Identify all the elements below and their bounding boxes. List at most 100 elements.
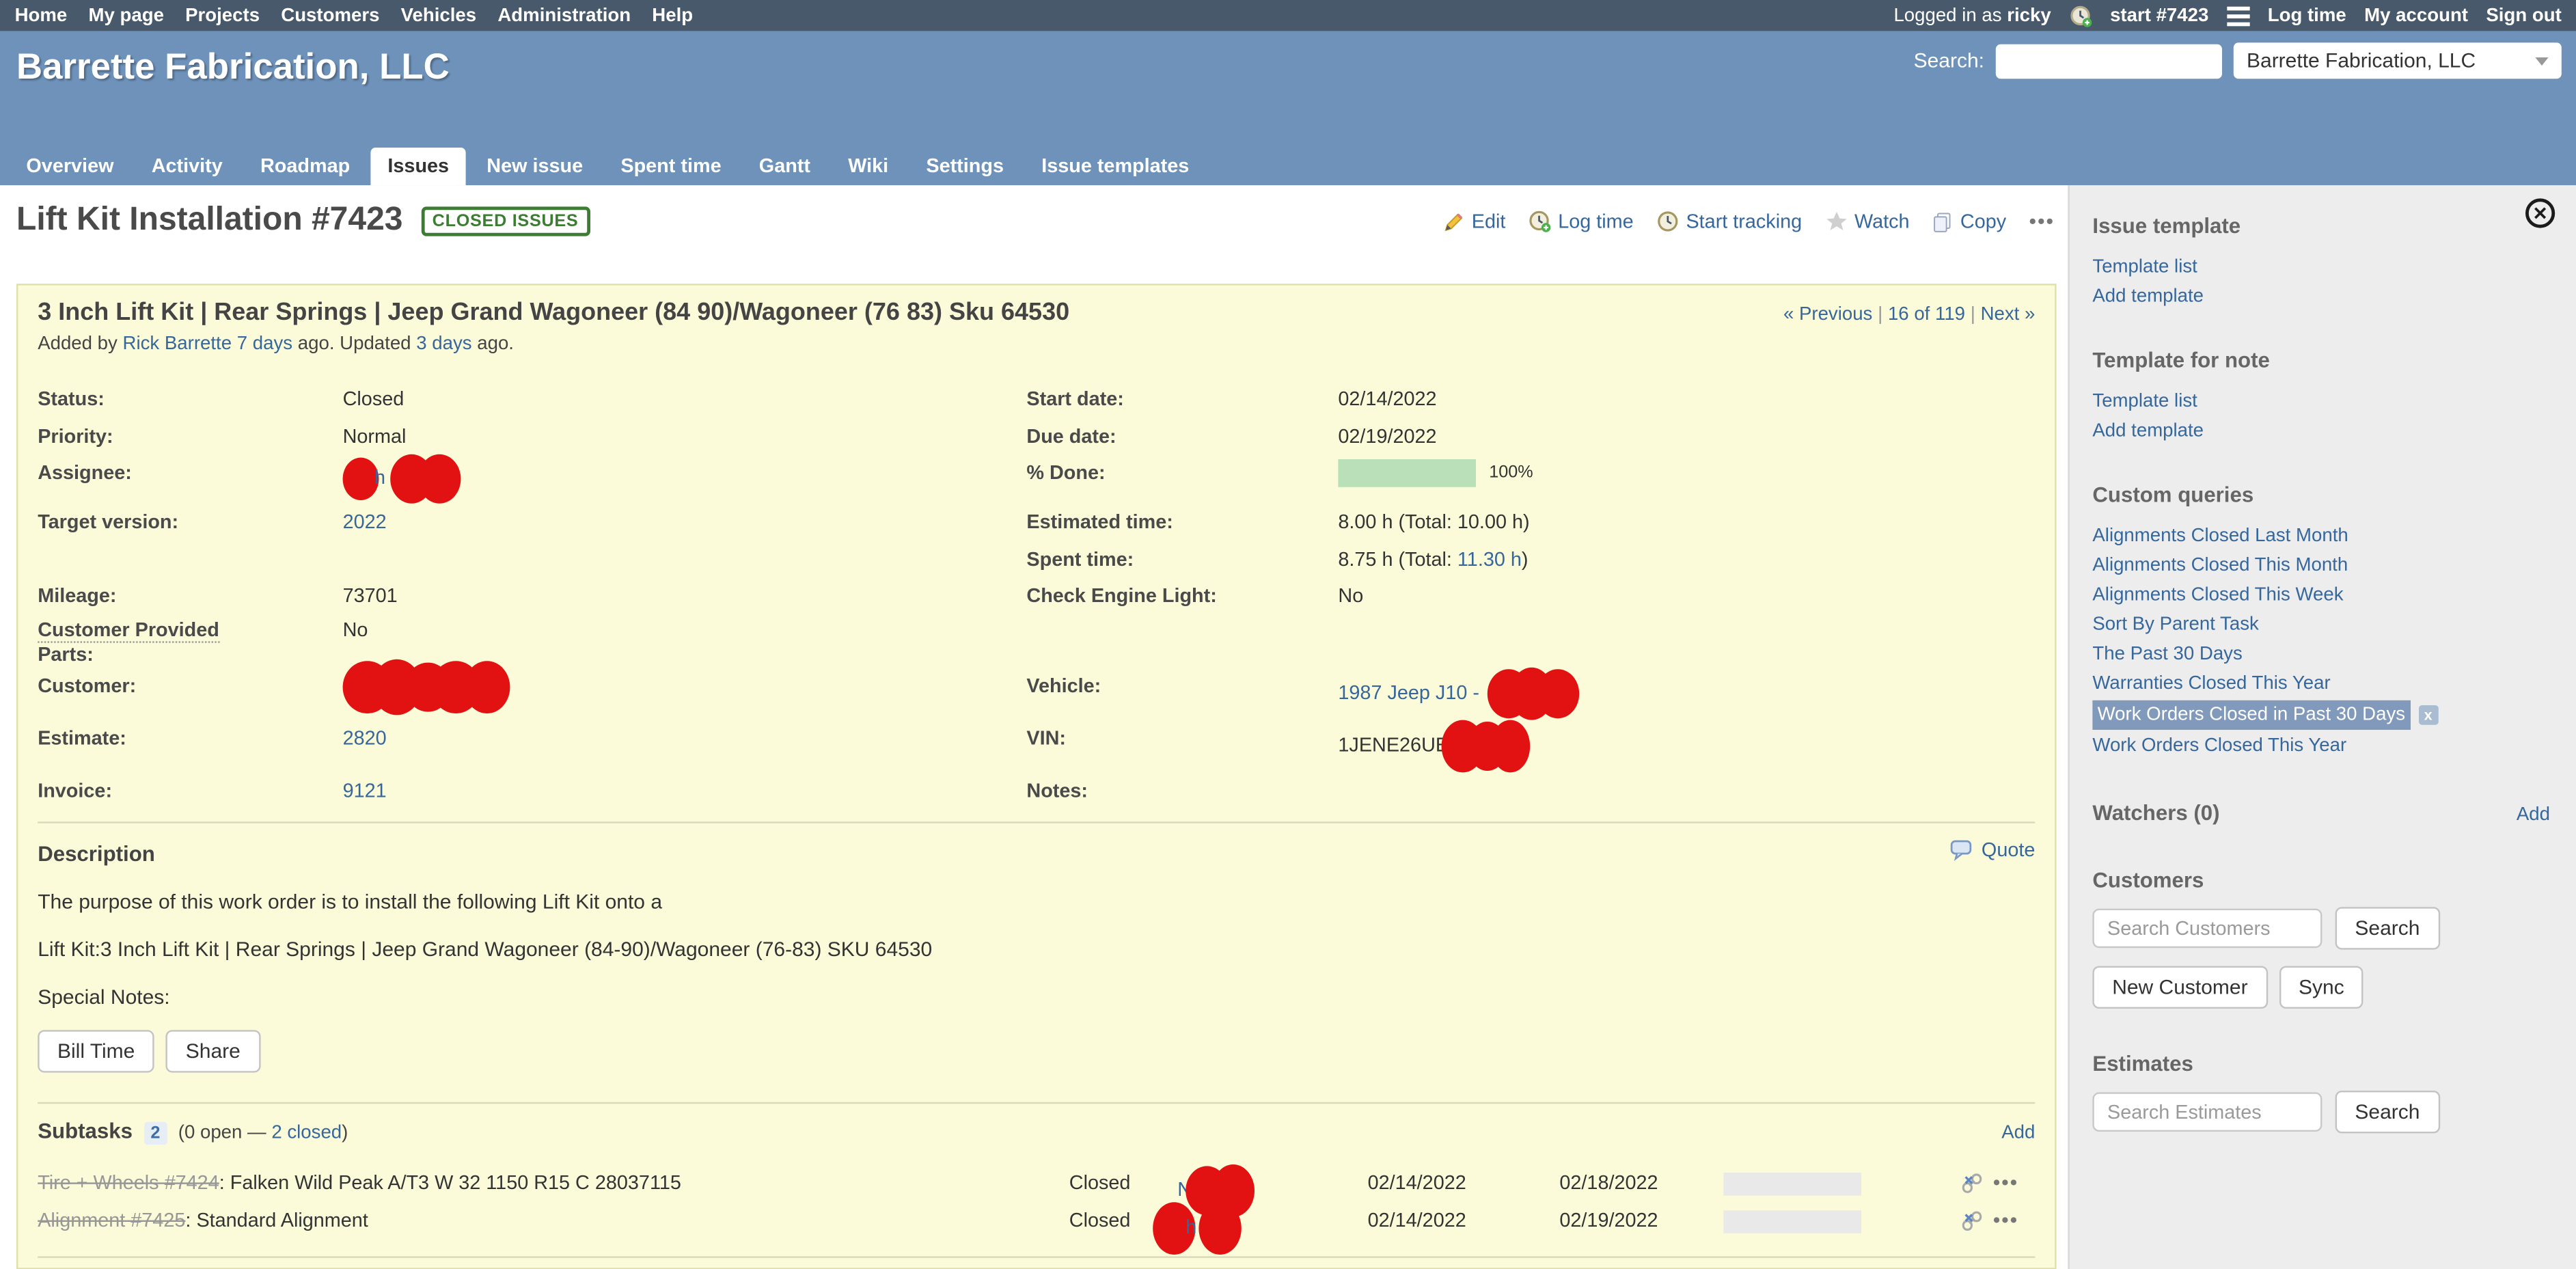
custom-query-link[interactable]: Work Orders Closed This Year [2092, 731, 2550, 761]
unlink-icon[interactable] [1962, 1173, 1983, 1194]
tab-wiki[interactable]: Wiki [832, 148, 905, 185]
issue-attributes: Status: Closed Start date: 02/14/2022 Pr… [38, 381, 2035, 808]
custom-query-link[interactable]: The Past 30 Days [2092, 640, 2550, 669]
tab-gantt[interactable]: Gantt [743, 148, 827, 185]
clear-query-icon[interactable]: x [2418, 705, 2438, 725]
section-divider [38, 1256, 2035, 1257]
custom-query-link[interactable]: Alignments Closed Last Month [2092, 521, 2550, 551]
author-link[interactable]: Rick Barrette [123, 335, 232, 355]
subtask-more-button[interactable]: ••• [1993, 1164, 2018, 1202]
quote-button[interactable]: Quote [1950, 838, 2035, 861]
subtask-status: Closed [1069, 1164, 1131, 1202]
menu-help[interactable]: Help [652, 5, 693, 25]
issue-template-heading: Issue template [2092, 213, 2550, 238]
search-input[interactable] [1996, 44, 2222, 78]
custom-query-link-selected[interactable]: Work Orders Closed in Past 30 Days [2092, 700, 2410, 730]
subtask-more-button[interactable]: ••• [1993, 1202, 2018, 1240]
ago-text: ago. [477, 335, 514, 355]
start-tracking-issue-link[interactable]: start #7423 [2110, 5, 2208, 25]
updated-ago-link[interactable]: 3 days [416, 335, 471, 355]
attr-value-notes [1338, 772, 2035, 808]
watch-label: Watch [1854, 210, 1910, 233]
clock-plus-icon[interactable] [2069, 4, 2092, 27]
project-jump-select[interactable]: Barrette Fabrication, LLC [2234, 42, 2562, 79]
subtask-colon: : [219, 1171, 225, 1195]
description-line: Special Notes: [38, 985, 2035, 1009]
copy-button[interactable]: Copy [1932, 210, 2006, 233]
custom-query-link[interactable]: Warranties Closed This Year [2092, 669, 2550, 698]
estimates-search-button[interactable]: Search [2335, 1091, 2440, 1133]
tab-spent-time[interactable]: Spent time [604, 148, 737, 185]
tab-issues[interactable]: Issues [371, 148, 465, 185]
template-list-link[interactable]: Template list [2092, 387, 2550, 416]
template-list-link[interactable]: Template list [2092, 253, 2550, 282]
subtask-link[interactable]: Alignment #7425 [38, 1209, 185, 1232]
log-time-button[interactable]: Log time [1529, 210, 1634, 233]
menu-projects[interactable]: Projects [185, 5, 260, 25]
previous-issue-link[interactable]: « Previous [1783, 305, 1872, 325]
next-issue-link[interactable]: Next » [1981, 305, 2036, 325]
customers-search-button[interactable]: Search [2335, 907, 2440, 949]
menu-vehicles[interactable]: Vehicles [401, 5, 477, 25]
sync-button[interactable]: Sync [2279, 966, 2363, 1009]
spacer-cell [343, 541, 1027, 577]
target-version-link[interactable]: 2022 [343, 510, 387, 533]
estimates-search-input[interactable] [2092, 1092, 2322, 1132]
log-time-link[interactable]: Log time [2268, 5, 2346, 25]
custom-query-link[interactable]: Sort By Parent Task [2092, 610, 2550, 640]
custom-query-link[interactable]: Alignments Closed This Month [2092, 551, 2550, 580]
add-template-link[interactable]: Add template [2092, 417, 2550, 446]
watch-button[interactable]: Watch [1825, 210, 1910, 233]
tab-overview[interactable]: Overview [10, 148, 130, 185]
subtask-link[interactable]: Tire + Wheels #7424 [38, 1171, 219, 1195]
sign-out-link[interactable]: Sign out [2486, 5, 2561, 25]
menu-administration[interactable]: Administration [497, 5, 631, 25]
vehicle-link[interactable]: 1987 Jeep J10 - [1338, 680, 1479, 703]
section-divider [38, 1102, 2035, 1104]
tab-settings[interactable]: Settings [909, 148, 1020, 185]
attr-value-due-date: 02/19/2022 [1338, 418, 2035, 454]
attr-value-target-version: 2022 [343, 504, 1027, 541]
tab-activity[interactable]: Activity [135, 148, 239, 185]
menu-my-page[interactable]: My page [88, 5, 163, 25]
attr-label-priority: Priority: [38, 418, 342, 454]
description-line: The purpose of this work order is to ins… [38, 890, 2035, 914]
add-template-link[interactable]: Add template [2092, 282, 2550, 312]
custom-query-link[interactable]: Alignments Closed This Week [2092, 581, 2550, 610]
subtasks-closed-link[interactable]: 2 closed [271, 1123, 342, 1143]
spent-time-suffix: ) [1522, 547, 1529, 570]
star-icon [1825, 210, 1848, 233]
custom-queries-heading: Custom queries [2092, 482, 2550, 507]
added-ago-link[interactable]: 7 days [237, 335, 292, 355]
spent-time-link[interactable]: 11.30 h [1457, 547, 1522, 570]
list-icon[interactable] [2227, 5, 2250, 25]
more-actions-button[interactable]: ••• [2029, 210, 2055, 233]
tab-new-issue[interactable]: New issue [470, 148, 599, 185]
new-customer-button[interactable]: New Customer [2092, 966, 2267, 1009]
edit-label: Edit [1472, 210, 1506, 233]
customers-search-input[interactable] [2092, 909, 2322, 949]
bill-time-button[interactable]: Bill Time [38, 1030, 154, 1072]
edit-button[interactable]: Edit [1444, 210, 1505, 233]
menu-home[interactable]: Home [15, 5, 68, 25]
start-tracking-button[interactable]: Start tracking [1656, 210, 1802, 233]
invoice-link[interactable]: 9121 [343, 778, 387, 802]
attr-label-spent-time: Spent time: [1026, 541, 1338, 577]
attr-label-target-version: Target version: [38, 504, 342, 541]
menu-customers[interactable]: Customers [281, 5, 379, 25]
tab-issue-templates[interactable]: Issue templates [1025, 148, 1205, 185]
my-account-link[interactable]: My account [2364, 5, 2468, 25]
redaction-blob-group [343, 659, 510, 715]
description-buttons: Bill Time Share [38, 1030, 2035, 1072]
estimate-link[interactable]: 2820 [343, 726, 387, 749]
unlink-icon[interactable] [1962, 1210, 1983, 1231]
subtasks-heading: Subtasks [38, 1119, 133, 1143]
close-icon[interactable]: ✕ [2525, 198, 2555, 228]
add-subtask-link[interactable]: Add [2001, 1123, 2035, 1143]
tab-roadmap[interactable]: Roadmap [244, 148, 366, 185]
share-button[interactable]: Share [166, 1030, 260, 1072]
contextual-actions: Edit Log time Start tracking Watch Copy … [1444, 210, 2055, 233]
page-title: Lift Kit Installation #7423 [16, 202, 402, 239]
add-watcher-link[interactable]: Add [2517, 805, 2550, 825]
logged-in-user: ricky [2007, 5, 2051, 25]
